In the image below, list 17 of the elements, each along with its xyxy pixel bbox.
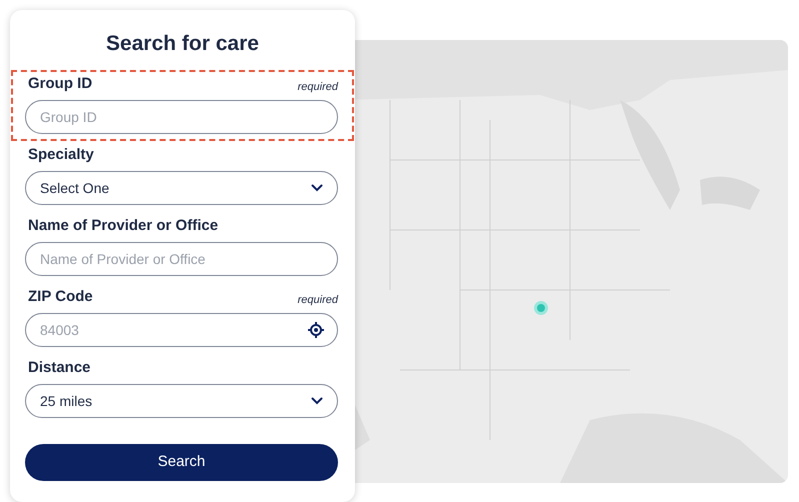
select-dropdown[interactable]: Select One (25, 171, 338, 205)
field-label: Group ID (27, 74, 92, 94)
required-note: required (298, 292, 338, 308)
field-label: Distance (27, 358, 91, 378)
field-label: Specialty (27, 144, 94, 164)
chevron-down-icon (311, 184, 323, 192)
input-field[interactable]: 84003 (25, 313, 338, 347)
location-target-icon[interactable] (308, 322, 324, 338)
form-title: Search for care (105, 31, 260, 57)
field-label: Name of Provider or Office (27, 216, 218, 236)
select-dropdown[interactable]: 25 miles (25, 384, 338, 418)
input-field[interactable]: Name of Provider or Office (25, 242, 338, 276)
chevron-down-icon (311, 397, 323, 405)
search-button[interactable]: Search (25, 444, 338, 481)
input-field[interactable]: Group ID (25, 100, 338, 134)
required-note: required (298, 80, 338, 94)
field-label: ZIP Code (27, 286, 93, 306)
